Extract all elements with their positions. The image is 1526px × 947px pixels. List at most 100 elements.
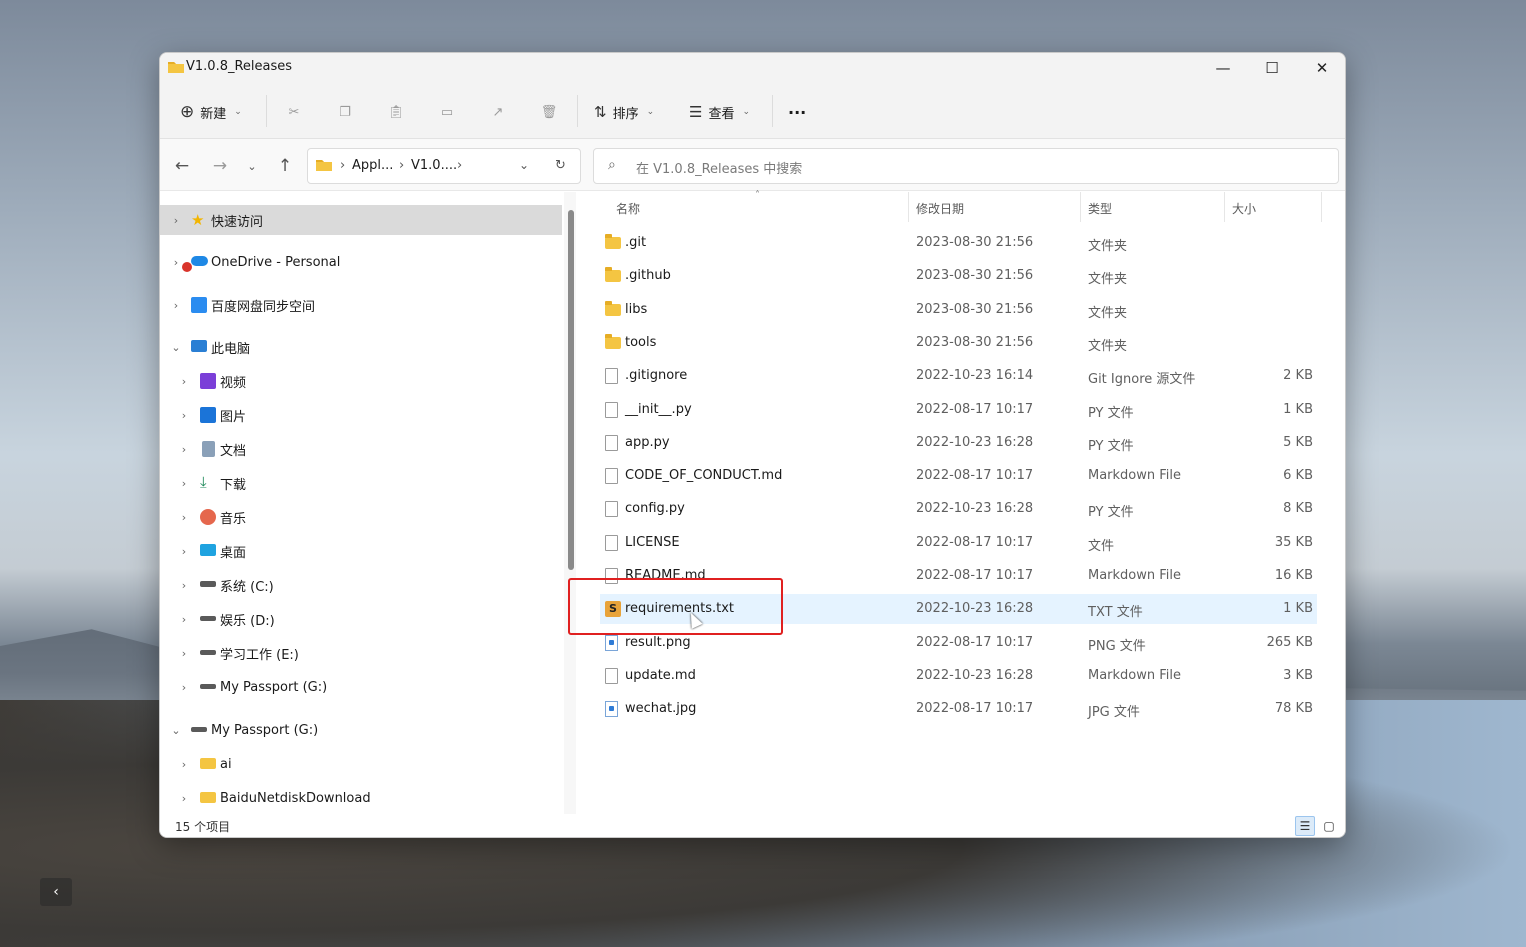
- file-name: tools: [625, 335, 657, 350]
- nav-item-desktop[interactable]: › 桌面: [160, 536, 562, 566]
- up-arrow-icon[interactable]: ↑: [272, 153, 298, 179]
- file-row[interactable]: tools 2023-08-30 21:56 文件夹: [600, 328, 1317, 358]
- nav-label: 视频: [220, 375, 247, 391]
- computer-icon: [191, 340, 207, 352]
- maximize-button[interactable]: ☐: [1247, 53, 1297, 83]
- nav-item-quick-access[interactable]: › ★ 快速访问: [160, 205, 562, 235]
- file-date: 2022-08-17 10:17: [916, 701, 1034, 716]
- file-date: 2023-08-30 21:56: [916, 268, 1034, 283]
- file-row[interactable]: config.py 2022-10-23 16:28 PY 文件 8 KB: [600, 494, 1317, 524]
- file-list: ˄ 名称 修改日期 类型 大小 .git 2023-08-30 21:56 文件夹.…: [580, 190, 1345, 814]
- file-row[interactable]: .git 2023-08-30 21:56 文件夹: [600, 228, 1317, 258]
- back-arrow-icon[interactable]: ←: [169, 153, 195, 179]
- navigation-pane: › ★ 快速访问 › OneDrive - Personal › 百度网盘同步空…: [160, 192, 564, 814]
- file-row[interactable]: __init__.py 2022-08-17 10:17 PY 文件 1 KB: [600, 395, 1317, 425]
- nav-item-downloads[interactable]: › ⤓ 下载: [160, 468, 562, 498]
- file-row[interactable]: README.md 2022-08-17 10:17 Markdown File 16…: [600, 561, 1317, 591]
- nav-label: My Passport (G:): [211, 722, 319, 738]
- file-row[interactable]: .gitignore 2022-10-23 16:14 Git Ignore 源文件…: [600, 361, 1317, 391]
- file-date: 2022-08-17 10:17: [916, 468, 1034, 483]
- address-box[interactable]: › Appl... › V1.0.... › ⌄ ↻: [307, 148, 581, 184]
- file-name: README.md: [625, 568, 706, 583]
- chevron-right-icon: ›: [173, 298, 179, 312]
- file-name: requirements.txt: [625, 601, 735, 616]
- view-button[interactable]: ☰ 查看 ⌄: [689, 97, 750, 127]
- file-name: app.py: [625, 435, 670, 450]
- column-header-date[interactable]: 修改日期: [916, 200, 964, 217]
- nav-item-videos[interactable]: › 视频: [160, 366, 562, 396]
- nav-item-drive-e[interactable]: › 学习工作 (E:): [160, 638, 562, 668]
- video-icon: [200, 373, 216, 389]
- close-button[interactable]: ✕: [1297, 53, 1345, 83]
- column-header-size[interactable]: 大小: [1232, 200, 1256, 217]
- folder-icon: [200, 792, 216, 803]
- chevron-right-icon: ›: [181, 510, 187, 524]
- chevron-right-icon: ›: [181, 612, 187, 626]
- documents-icon: [202, 441, 215, 457]
- cut-icon[interactable]: ✂: [281, 99, 307, 125]
- details-view-icon[interactable]: ☰: [1295, 816, 1315, 836]
- file-size: 1 KB: [1283, 402, 1313, 417]
- recent-locations-chevron-icon[interactable]: ⌄: [239, 153, 265, 179]
- column-divider: [1224, 192, 1225, 222]
- file-row[interactable]: app.py 2022-10-23 16:28 PY 文件 5 KB: [600, 428, 1317, 458]
- column-divider: [1080, 192, 1081, 222]
- share-icon[interactable]: ↗: [485, 99, 511, 125]
- error-badge-icon: [182, 262, 192, 272]
- drive-icon: [200, 684, 216, 689]
- search-input[interactable]: ⌕ 在 V1.0.8_Releases 中搜索: [593, 148, 1339, 184]
- file-name: update.md: [625, 668, 696, 683]
- chevron-down-icon: ⌄: [742, 107, 751, 117]
- rename-icon[interactable]: ▭: [434, 99, 460, 125]
- nav-scrollbar-thumb[interactable]: [568, 210, 574, 570]
- nav-item-drive-c[interactable]: › 系统 (C:): [160, 570, 562, 600]
- copy-icon[interactable]: ❐: [332, 99, 358, 125]
- paste-icon[interactable]: 📋︎: [383, 99, 409, 125]
- chevron-right-icon: ›: [181, 578, 187, 592]
- nav-item-folder-ai[interactable]: › ai: [160, 749, 562, 779]
- file-type: PNG 文件: [1088, 639, 1146, 654]
- address-dropdown-chevron-icon[interactable]: ⌄: [519, 158, 529, 172]
- nav-item-documents[interactable]: › 文档: [160, 434, 562, 464]
- file-row[interactable]: wechat.jpg 2022-08-17 10:17 JPG 文件 78 KB: [600, 694, 1317, 724]
- file-row[interactable]: update.md 2022-10-23 16:28 Markdown File 3 …: [600, 661, 1317, 691]
- nav-item-pictures[interactable]: › 图片: [160, 400, 562, 430]
- file-row[interactable]: Srequirements.txt 2022-10-23 16:28 TXT 文件 1…: [600, 594, 1317, 624]
- nav-label: My Passport (G:): [220, 679, 328, 695]
- nav-item-baidu-netdisk[interactable]: › 百度网盘同步空间: [160, 290, 562, 320]
- nav-item-drive-g[interactable]: › My Passport (G:): [160, 672, 562, 702]
- refresh-icon[interactable]: ↻: [555, 158, 566, 173]
- file-date: 2022-08-17 10:17: [916, 402, 1034, 417]
- plus-circle-icon: ⊕: [180, 102, 195, 122]
- nav-item-music[interactable]: › 音乐: [160, 502, 562, 532]
- column-header-name[interactable]: 名称: [616, 200, 640, 217]
- nav-label: OneDrive - Personal: [211, 254, 341, 270]
- nav-item-onedrive[interactable]: › OneDrive - Personal: [160, 247, 562, 277]
- forward-arrow-icon[interactable]: →: [207, 153, 233, 179]
- more-options-button[interactable]: ···: [788, 97, 806, 127]
- nav-item-folder-baidunetdiskdownload[interactable]: › BaiduNetdiskDownload: [160, 783, 562, 813]
- large-icons-view-icon[interactable]: ▢: [1319, 816, 1339, 836]
- column-header-type[interactable]: 类型: [1088, 200, 1112, 217]
- file-row[interactable]: LICENSE 2022-08-17 10:17 文件 35 KB: [600, 528, 1317, 558]
- chevron-right-icon: ›: [181, 476, 187, 490]
- star-icon: ★: [191, 211, 205, 229]
- breadcrumb-item[interactable]: Appl...: [352, 158, 393, 173]
- baidu-netdisk-icon: [191, 297, 207, 313]
- nav-item-my-passport[interactable]: ⌄ My Passport (G:): [160, 715, 562, 745]
- new-button[interactable]: ⊕ 新建 ⌄: [180, 97, 242, 127]
- delete-icon[interactable]: 🗑︎: [536, 99, 562, 125]
- nav-item-this-pc[interactable]: ⌄ 此电脑: [160, 332, 562, 362]
- file-name: wechat.jpg: [625, 701, 697, 716]
- file-row[interactable]: .github 2023-08-30 21:56 文件夹: [600, 261, 1317, 291]
- file-row[interactable]: CODE_OF_CONDUCT.md 2022-08-17 10:17 Markdo…: [600, 461, 1317, 491]
- file-row[interactable]: libs 2023-08-30 21:56 文件夹: [600, 295, 1317, 325]
- file-row[interactable]: result.png 2022-08-17 10:17 PNG 文件 265 KB: [600, 628, 1317, 658]
- nav-label: 此电脑: [211, 341, 251, 357]
- minimize-button[interactable]: —: [1198, 53, 1248, 83]
- breadcrumb-item[interactable]: V1.0....: [411, 158, 457, 173]
- nav-label: 文档: [220, 443, 247, 459]
- sort-button[interactable]: ⇅ 排序 ⌄: [594, 97, 654, 127]
- taskbar-collapse-button[interactable]: ‹: [40, 878, 72, 906]
- nav-item-drive-d[interactable]: › 娱乐 (D:): [160, 604, 562, 634]
